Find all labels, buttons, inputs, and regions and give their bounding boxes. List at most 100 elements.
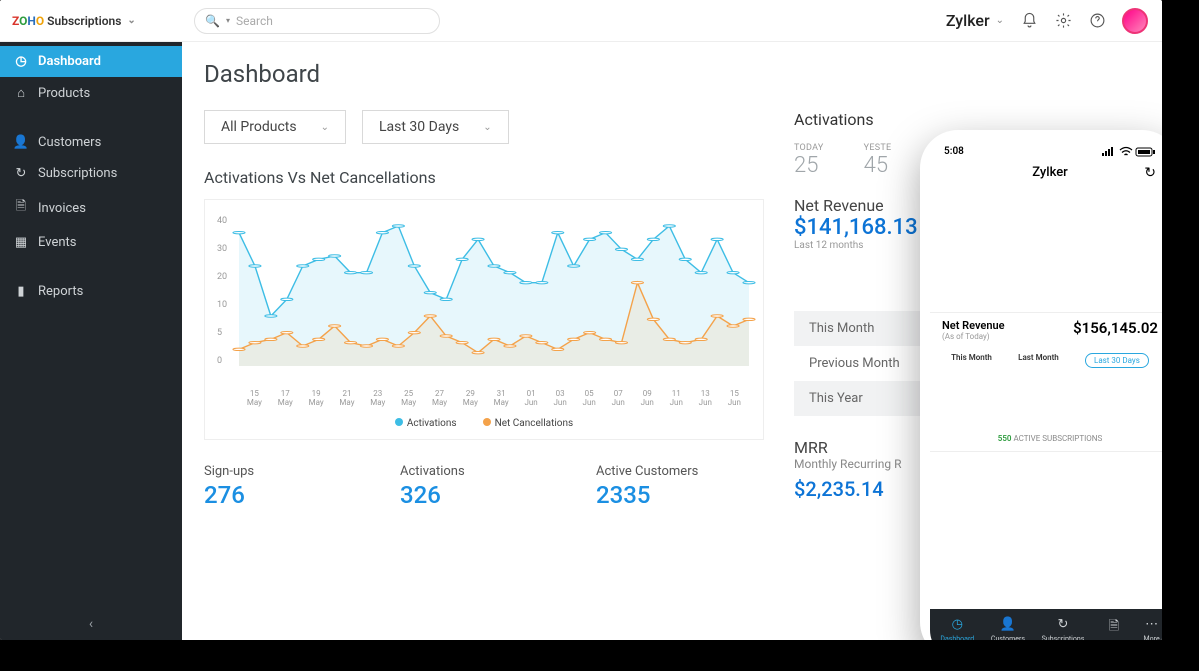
phone-nav-subscriptions[interactable]: ↻ Subscriptions — [1042, 617, 1085, 640]
chevron-down-icon: ⌄ — [483, 122, 491, 133]
battery-icon — [1136, 147, 1156, 157]
activations-title: Activations — [794, 110, 1140, 129]
sparkline — [204, 517, 344, 545]
kpi-label: Activations — [400, 464, 540, 479]
sidebar-item-events[interactable]: ▦ Events — [0, 227, 182, 258]
document-icon: 🗎 — [1109, 617, 1119, 639]
collapse-sidebar-button[interactable]: ‹ — [0, 616, 182, 632]
refresh-icon: ↻ — [1058, 617, 1069, 632]
kpi-activations: Activations 326 — [400, 464, 540, 549]
phone-active-subs: 550 ACTIVE SUBSCRIPTIONS — [930, 434, 1162, 443]
range-this-year[interactable]: This Year — [794, 381, 934, 416]
phone-nav-invoices[interactable]: 🗎Invoices — [1101, 617, 1127, 640]
mobile-preview: 5:08 Zylker ↻ Net Revenue(As of Today) $… — [920, 130, 1162, 640]
basket-icon: ⌂ — [14, 85, 28, 101]
more-icon: ⋯ — [1145, 617, 1158, 632]
kpi-label: Active Customers — [596, 464, 736, 479]
org-switcher[interactable]: Zylker ⌄ — [946, 11, 1004, 30]
phone-active-label: ACTIVE SUBSCRIPTIONS — [1013, 434, 1102, 443]
phone-x-axis — [930, 300, 1162, 312]
page-title: Dashboard — [204, 60, 1140, 88]
chart-title: Activations Vs Net Cancellations — [204, 168, 764, 187]
org-name-label: Zylker — [946, 11, 990, 30]
sidebar-item-label: Reports — [38, 284, 83, 299]
sidebar-item-label: Customers — [38, 135, 101, 150]
sidebar-item-label: Invoices — [38, 201, 86, 216]
phone-indicators — [1102, 147, 1156, 157]
phone-kpis — [930, 376, 1162, 396]
yesterday-label: YESTE — [864, 143, 892, 153]
filter-range[interactable]: Last 30 Days ⌄ — [362, 110, 509, 144]
phone-time: 5:08 — [944, 146, 964, 157]
search-icon: 🔍 — [205, 14, 220, 28]
kpi-active-customers: Active Customers 2335 — [596, 464, 736, 549]
brand-switcher[interactable]: ZOHO Subscriptions ⌄ — [0, 14, 182, 28]
phone-nav-label: Subscriptions — [1042, 635, 1085, 640]
phone-range-tabs: This Month Last Month Last 30 Days — [930, 341, 1162, 376]
sidebar-item-products[interactable]: ⌂Products — [0, 77, 182, 109]
legend-cancellations: Net Cancellations — [495, 418, 574, 429]
phone-nav-more[interactable]: ⋯ More — [1144, 617, 1160, 640]
sidebar-item-label: Dashboard — [38, 54, 101, 69]
person-icon: 👤 — [14, 135, 28, 150]
chevron-down-icon: ⌄ — [996, 15, 1004, 26]
chart-legend: Activations Net Cancellations — [213, 418, 755, 429]
phone-rev-value: $156,145.02 — [1073, 319, 1158, 337]
refresh-icon[interactable]: ↻ — [1144, 165, 1156, 181]
calendar-icon: ▦ — [14, 235, 28, 250]
person-icon: 👤 — [1000, 617, 1016, 632]
range-this-month[interactable]: This Month — [794, 311, 934, 346]
range-list: This Month Previous Month This Year — [794, 311, 934, 416]
sidebar-item-customers[interactable]: 👤 Customers — [0, 127, 182, 158]
document-icon: 🗎 — [14, 197, 28, 219]
legend-activations: Activations — [407, 418, 457, 429]
phone-nav-label: Dashboard — [940, 635, 974, 640]
filter-range-label: Last 30 Days — [379, 119, 459, 135]
activations-yesterday: YESTE 45 — [864, 143, 892, 178]
sparkline — [596, 517, 736, 545]
refresh-icon: ↻ — [14, 166, 28, 181]
zoho-logo: ZOHO — [12, 14, 44, 28]
phone-bottom-nav: ◷Dashboard 👤 Customers ↻ Subscriptions 🗎In… — [930, 609, 1162, 640]
kpi-label: Sign-ups — [204, 464, 344, 479]
phone-title: Zylker — [1032, 165, 1068, 180]
sidebar: ◷ Dashboard ⌂Products 👤 Customers ↻ Subscri… — [0, 42, 182, 640]
kpi-value: 276 — [204, 481, 344, 509]
phone-nav-label: More — [1144, 635, 1160, 640]
phone-title-bar: Zylker ↻ — [930, 159, 1162, 190]
phone-tab-this-month[interactable]: This Month — [951, 353, 992, 368]
phone-status-bar: 5:08 — [930, 140, 1162, 159]
phone-tab-last-month[interactable]: Last Month — [1018, 353, 1059, 368]
chevron-down-icon: ⌄ — [127, 15, 135, 26]
kpi-signups: Sign-ups 276 — [204, 464, 344, 549]
phone-tab-last-30[interactable]: Last 30 Days — [1085, 353, 1149, 368]
sidebar-item-label: Events — [38, 235, 76, 250]
sidebar-item-invoices[interactable]: 🗎 Invoices — [0, 189, 182, 227]
sidebar-item-reports[interactable]: ▮Reports — [0, 276, 182, 307]
avatar[interactable] — [1122, 8, 1148, 34]
gauge-icon: ◷ — [14, 54, 28, 69]
phone-nav-dashboard[interactable]: ◷Dashboard — [940, 617, 974, 640]
range-previous-month[interactable]: Previous Month — [794, 346, 934, 381]
today-label: TODAY — [794, 143, 824, 153]
bell-icon[interactable] — [1020, 12, 1038, 30]
phone-nav-label: Customers — [991, 635, 1025, 640]
yesterday-value: 45 — [864, 153, 892, 178]
filter-products[interactable]: All Products⌄ — [204, 110, 346, 144]
search-input[interactable]: 🔍 ▾ Search — [194, 8, 440, 34]
phone-rev-label: Net Revenue — [942, 319, 1005, 332]
sidebar-item-dashboard[interactable]: ◷ Dashboard — [0, 46, 182, 77]
kpi-value: 2335 — [596, 481, 736, 509]
wifi-icon — [1119, 147, 1133, 157]
kpi-value: 326 — [400, 481, 540, 509]
activations-today: TODAY 25 — [794, 143, 824, 178]
sidebar-item-label: Subscriptions — [38, 166, 117, 181]
help-icon[interactable] — [1088, 12, 1106, 30]
phone-nav-customers[interactable]: 👤 Customers — [991, 617, 1025, 640]
sidebar-item-subscriptions[interactable]: ↻ Subscriptions — [0, 158, 182, 189]
today-value: 25 — [794, 153, 824, 178]
search-filter-icon: ▾ — [226, 16, 230, 25]
gear-icon[interactable] — [1054, 12, 1072, 30]
activations-chart: 4030201050 15May17May19May21May23May25Ma… — [204, 199, 764, 440]
x-axis: 15May17May19May21May23May25May27May29May… — [239, 390, 749, 408]
